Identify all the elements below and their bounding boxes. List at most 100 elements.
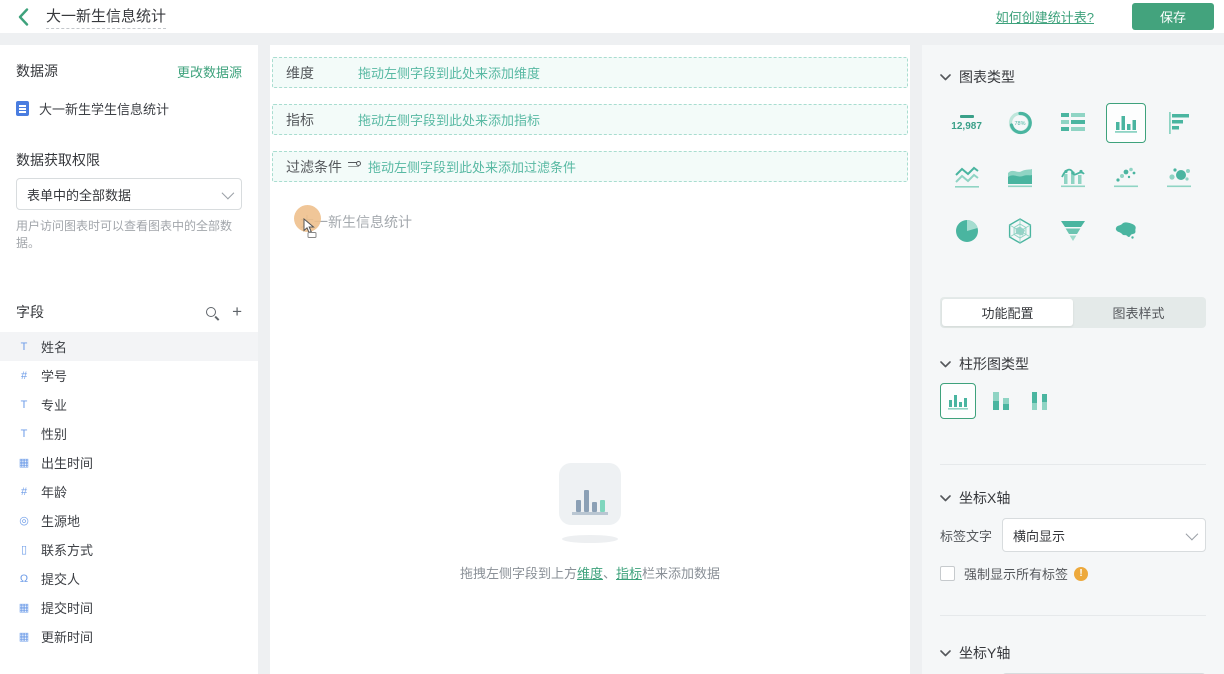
label-text-label: 标签文字 xyxy=(940,528,993,544)
field-row[interactable]: ▯ 联系方式 xyxy=(0,535,258,564)
yaxis-section-header[interactable]: 坐标Y轴 xyxy=(940,643,1206,663)
chart-title[interactable]: 大一新生信息统计 xyxy=(294,205,412,238)
config-tabs: 功能配置 图表样式 xyxy=(940,297,1206,328)
svg-text:78%: 78% xyxy=(1014,121,1025,127)
field-row[interactable]: # 学号 xyxy=(0,361,258,390)
metric-link[interactable]: 指标 xyxy=(616,566,642,581)
datasource-name: 大一新生学生信息统计 xyxy=(39,102,170,117)
bar-subtype-row xyxy=(940,382,1206,420)
filter-dropzone[interactable]: 过滤条件 拖动左侧字段到此处来添加过滤条件 xyxy=(272,151,908,182)
metric-dropzone[interactable]: 指标 拖动左侧字段到此处来添加指标 xyxy=(272,104,908,135)
datasource-label: 数据源 xyxy=(16,63,58,79)
basic-bar-icon[interactable] xyxy=(940,382,976,420)
tab-function-config[interactable]: 功能配置 xyxy=(942,299,1073,326)
bar-chart-icon[interactable] xyxy=(1100,101,1153,145)
chart-type-grid: 12,987 78% xyxy=(940,101,1206,253)
chart-canvas: 维度 拖动左侧字段到此处来添加维度 指标 拖动左侧字段到此处来添加指标 过滤条件… xyxy=(270,45,910,674)
permission-hint: 用户访问图表时可以查看图表中的全部数据。 xyxy=(16,219,233,250)
page-title[interactable]: 大一新生信息统计 xyxy=(46,5,167,29)
field-name: 年龄 xyxy=(41,485,68,500)
metric-label: 指标 xyxy=(286,111,314,128)
dimension-dropzone[interactable]: 维度 拖动左侧字段到此处来添加维度 xyxy=(272,57,908,88)
scatter-chart-icon[interactable] xyxy=(1100,155,1153,199)
chevron-down-icon xyxy=(940,360,951,367)
datasource-sidebar: 数据源 更改数据源 大一新生学生信息统计 数据获取权限 表单中的全部数据 用户访… xyxy=(0,45,258,674)
filter-hint: 拖动左侧字段到此处来添加过滤条件 xyxy=(368,160,577,175)
radar-chart-icon[interactable] xyxy=(993,209,1046,253)
bubble-chart-icon[interactable] xyxy=(1153,155,1206,199)
line-chart-icon[interactable] xyxy=(940,155,993,199)
number-icon: # xyxy=(20,485,28,498)
grouped-bar-icon[interactable] xyxy=(1028,382,1052,420)
hbar-chart-icon[interactable] xyxy=(1153,101,1206,145)
date-icon: ▦ xyxy=(18,457,30,469)
datasource-item[interactable]: 大一新生学生信息统计 xyxy=(16,99,242,118)
save-button[interactable]: 保存 xyxy=(1132,3,1214,30)
permission-value: 表单中的全部数据 xyxy=(27,187,132,203)
field-name: 提交人 xyxy=(41,572,81,587)
pie-chart-icon[interactable] xyxy=(940,209,993,253)
chevron-down-icon xyxy=(221,186,235,199)
form-doc-icon xyxy=(16,101,29,116)
chevron-down-icon xyxy=(940,649,951,656)
force-labels-checkbox[interactable] xyxy=(940,566,955,581)
field-name: 专业 xyxy=(41,398,68,413)
label-text-value: 横向显示 xyxy=(1013,528,1066,544)
field-row[interactable]: Ω 提交人 xyxy=(0,564,258,593)
field-name: 性别 xyxy=(41,427,68,442)
divider xyxy=(940,615,1206,616)
permission-label: 数据获取权限 xyxy=(16,152,100,168)
field-row[interactable]: ▦ 提交时间 xyxy=(0,593,258,622)
xaxis-section-header[interactable]: 坐标X轴 xyxy=(940,488,1206,508)
placeholder-shadow xyxy=(562,535,618,543)
field-name: 更新时间 xyxy=(41,630,94,645)
funnel-chart-icon[interactable] xyxy=(1046,209,1099,253)
combo-chart-icon[interactable] xyxy=(1046,155,1099,199)
field-name: 出生时间 xyxy=(41,456,94,471)
drag-cursor-icon xyxy=(302,217,318,241)
filter-label: 过滤条件 xyxy=(286,158,342,175)
field-row[interactable]: ◎ 生源地 xyxy=(0,506,258,535)
empty-hint-text: 拖拽左侧字段到上方维度、指标栏来添加数据 xyxy=(459,566,721,581)
stacked-bar-icon[interactable] xyxy=(990,382,1014,420)
divider xyxy=(940,464,1206,465)
field-row[interactable]: T 姓名 xyxy=(0,332,258,361)
kpi-number-icon[interactable]: 12,987 xyxy=(940,101,993,145)
add-field-icon[interactable]: + xyxy=(232,303,242,320)
label-text-select[interactable]: 横向显示 xyxy=(1002,518,1206,552)
chevron-down-icon xyxy=(940,494,951,501)
back-icon[interactable] xyxy=(10,4,36,30)
field-name: 姓名 xyxy=(41,340,68,355)
field-row[interactable]: # 年龄 xyxy=(0,477,258,506)
map-chart-icon[interactable] xyxy=(1100,209,1153,253)
empty-chart-placeholder: 拖拽左侧字段到上方维度、指标栏来添加数据 xyxy=(270,463,910,582)
fields-list: T 姓名 # 学号 T 专业 T 性别 ▦ 出生时间 # 年龄 ◎ 生源地 ▯ … xyxy=(0,332,258,651)
field-name: 学号 xyxy=(41,369,68,384)
metric-hint: 拖动左侧字段到此处来添加指标 xyxy=(358,113,541,128)
change-datasource-link[interactable]: 更改数据源 xyxy=(177,62,242,81)
field-name: 联系方式 xyxy=(41,543,94,558)
selected-bar-subtype-frame xyxy=(940,383,976,419)
date-icon: ▦ xyxy=(18,602,30,614)
chevron-down-icon xyxy=(940,73,951,80)
area-chart-icon[interactable] xyxy=(993,155,1046,199)
field-row[interactable]: ▦ 出生时间 xyxy=(0,448,258,477)
permission-select[interactable]: 表单中的全部数据 xyxy=(16,178,242,210)
help-link[interactable]: 如何创建统计表? xyxy=(996,7,1094,26)
chart-type-section-header[interactable]: 图表类型 xyxy=(940,67,1206,87)
donut-chart-icon[interactable]: 78% xyxy=(993,101,1046,145)
search-icon[interactable] xyxy=(206,307,217,317)
field-name: 生源地 xyxy=(41,514,81,529)
number-icon: # xyxy=(20,369,28,382)
tab-chart-style[interactable]: 图表样式 xyxy=(1073,299,1204,326)
bar-type-section-header[interactable]: 柱形图类型 xyxy=(940,354,1206,374)
field-row[interactable]: T 专业 xyxy=(0,390,258,419)
config-panel: 图表类型 12,987 78% 功能配置 图表样式 柱形图类型 坐标X轴 标签文… xyxy=(922,45,1224,674)
field-name: 提交时间 xyxy=(41,601,94,616)
warning-icon[interactable]: ! xyxy=(1074,566,1089,581)
field-row[interactable]: T 性别 xyxy=(0,419,258,448)
selected-chart-type-frame xyxy=(1106,103,1147,143)
field-row[interactable]: ▦ 更新时间 xyxy=(0,622,258,651)
table-chart-icon[interactable] xyxy=(1046,101,1099,145)
dimension-link[interactable]: 维度 xyxy=(577,566,603,581)
